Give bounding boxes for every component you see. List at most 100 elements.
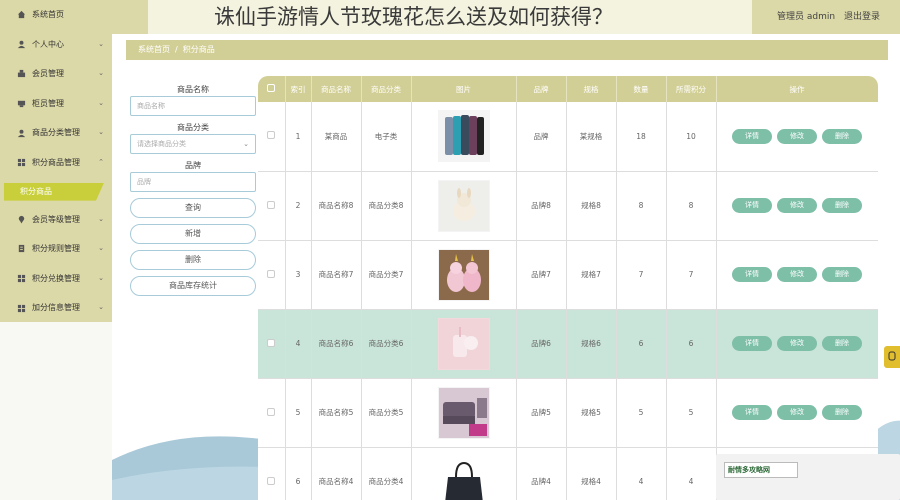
sidebar-item-members[interactable]: 会员管理 ⌄ [0,59,112,89]
table-row[interactable]: 5 商品名称5 商品分类5 品牌5 规格5 5 5 详情 修改 删除 [258,378,878,448]
cell-qty: 6 [616,309,667,379]
detail-button[interactable]: 详情 [732,198,772,213]
brand-input[interactable]: 品牌 [130,172,256,192]
cell-name: 某商品 [311,102,362,172]
row-checkbox[interactable] [267,200,276,209]
header-spec: 规格 [566,76,617,102]
cell-qty: 5 [616,378,667,448]
sidebar-item-points-exchange[interactable]: 积分兑换管理 ⌄ [0,264,112,294]
cell-qty: 18 [616,102,667,172]
user-area: 管理员 admin 退出登录 [771,0,880,34]
table-row[interactable]: 1 某商品 电子类 品牌 某规格 18 10 详情 修改 删除 [258,102,878,172]
row-checkbox[interactable] [267,269,276,278]
cell-brand: 品牌6 [516,309,567,379]
top-bar: 诛仙手游情人节玫瑰花怎么送及如何获得？ 管理员 admin 退出登录 [0,0,900,34]
goods-table: 索引 商品名称 商品分类 图片 品牌 规格 数量 所需积分 操作 1 某商品 电… [258,76,878,500]
edit-button[interactable]: 修改 [777,336,817,351]
table-row[interactable]: 2 商品名称8 商品分类8 品牌8 规格8 8 8 详情 修改 删除 [258,171,878,241]
category-label: 商品分类 [177,123,209,132]
sidebar-item-profile[interactable]: 个人中心 ⌄ [0,30,112,60]
cell-brand: 品牌4 [516,447,567,500]
category-select[interactable]: 请选择商品分类 ⌄ [130,134,256,154]
detail-button[interactable]: 详情 [732,405,772,420]
edit-button[interactable]: 修改 [777,128,817,144]
detail-button[interactable]: 详情 [732,336,772,351]
edit-button[interactable]: 修改 [777,405,817,420]
header-category: 商品分类 [361,76,412,102]
sidebar-item-counter[interactable]: 柜员管理 ⌄ [0,89,112,119]
stock-stats-button[interactable]: 商品库存统计 [130,276,256,296]
cell-index: 1 [285,102,312,172]
chevron-down-icon: ⌄ [98,244,104,253]
cell-points: 10 [666,102,717,172]
cell-qty: 4 [616,447,667,500]
user-icon [16,30,26,60]
cell-spec: 规格7 [566,240,617,310]
cell-name: 商品名称5 [311,378,362,448]
cell-brand: 品牌8 [516,171,567,241]
cell-brand: 品牌5 [516,378,567,448]
sidebar-item-home[interactable]: 系统首页 [0,0,112,30]
sidebar-item-label: 商品分类管理 [32,128,80,138]
brand-label: 品牌 [185,161,201,170]
delete-row-button[interactable]: 删除 [822,336,862,351]
header-select-all[interactable] [258,76,286,102]
cell-qty: 7 [616,240,667,310]
main-content: 系统首页 / 积分商品 商品名称 商品名称 商品分类 请选择商品分类 ⌄ 品牌 品牌… [112,34,900,500]
logout-link[interactable]: 退出登录 [844,12,880,22]
sofa-image [437,386,490,439]
grid-icon [16,264,26,294]
cell-spec: 规格8 [566,171,617,241]
cell-brand: 品牌7 [516,240,567,310]
tool-icon [888,351,896,363]
bag-image [437,455,490,500]
page-title: 诛仙手游情人节玫瑰花怎么送及如何获得？ [148,0,752,34]
home-icon [16,0,26,30]
watermark: 耐情多攻略网 [716,454,900,500]
sidebar-subitem-points-goods[interactable]: 积分商品 [4,182,104,201]
search-button[interactable]: 查询 [130,198,256,218]
sidebar-item-category[interactable]: 商品分类管理 ⌄ [0,118,112,148]
checkbox[interactable] [267,84,276,92]
add-button[interactable]: 新增 [130,224,256,244]
cup-image [437,317,490,370]
cell-points: 5 [666,378,717,448]
sidebar-item-bonus-info[interactable]: 加分信息管理 ⌄ [0,293,112,323]
chevron-down-icon: ⌄ [98,303,104,312]
unicorn-image [437,248,490,301]
cell-category: 电子类 [361,102,412,172]
delete-row-button[interactable]: 删除 [822,267,862,282]
sidebar-item-member-level[interactable]: 会员等级管理 ⌄ [0,205,112,235]
cell-index: 6 [285,447,312,500]
row-checkbox[interactable] [267,476,276,485]
chevron-up-icon: ⌃ [98,157,104,166]
grid-icon [16,293,26,323]
edit-button[interactable]: 修改 [777,198,817,213]
edit-button[interactable]: 修改 [777,267,817,282]
delete-row-button[interactable]: 删除 [822,405,862,420]
name-input[interactable]: 商品名称 [130,96,256,116]
table-row[interactable]: 3 商品名称7 商品分类7 品牌7 规格7 7 7 详情 修改 删除 [258,240,878,310]
sidebar-item-label: 系统首页 [32,10,64,19]
table-row-highlighted[interactable]: 4 商品名称6 商品分类6 品牌6 规格6 6 6 详情 修改 删除 [258,309,878,379]
cell-category: 商品分类7 [361,240,412,310]
detail-button[interactable]: 详情 [732,267,772,282]
row-checkbox[interactable] [267,338,276,347]
floating-tool-button[interactable] [884,346,900,368]
breadcrumb-home[interactable]: 系统首页 [138,45,170,54]
counter-icon [16,89,26,119]
cell-spec: 规格4 [566,447,617,500]
sidebar-item-points-rules[interactable]: 积分规则管理 ⌄ [0,234,112,264]
sidebar-empty-area [0,322,112,500]
sidebar-item-points-goods[interactable]: 积分商品管理 ⌃ [0,148,112,178]
delete-row-button[interactable]: 删除 [822,198,862,213]
sidebar-item-label: 个人中心 [32,39,64,49]
row-checkbox[interactable] [267,131,276,140]
watermark-logo: 耐情多攻略网 [724,462,798,478]
delete-row-button[interactable]: 删除 [822,128,862,144]
row-checkbox[interactable] [267,407,276,416]
delete-button[interactable]: 删除 [130,250,256,270]
sidebar-item-label: 会员等级管理 [32,214,80,224]
detail-button[interactable]: 详情 [732,128,772,144]
category-placeholder: 请选择商品分类 [137,140,186,148]
